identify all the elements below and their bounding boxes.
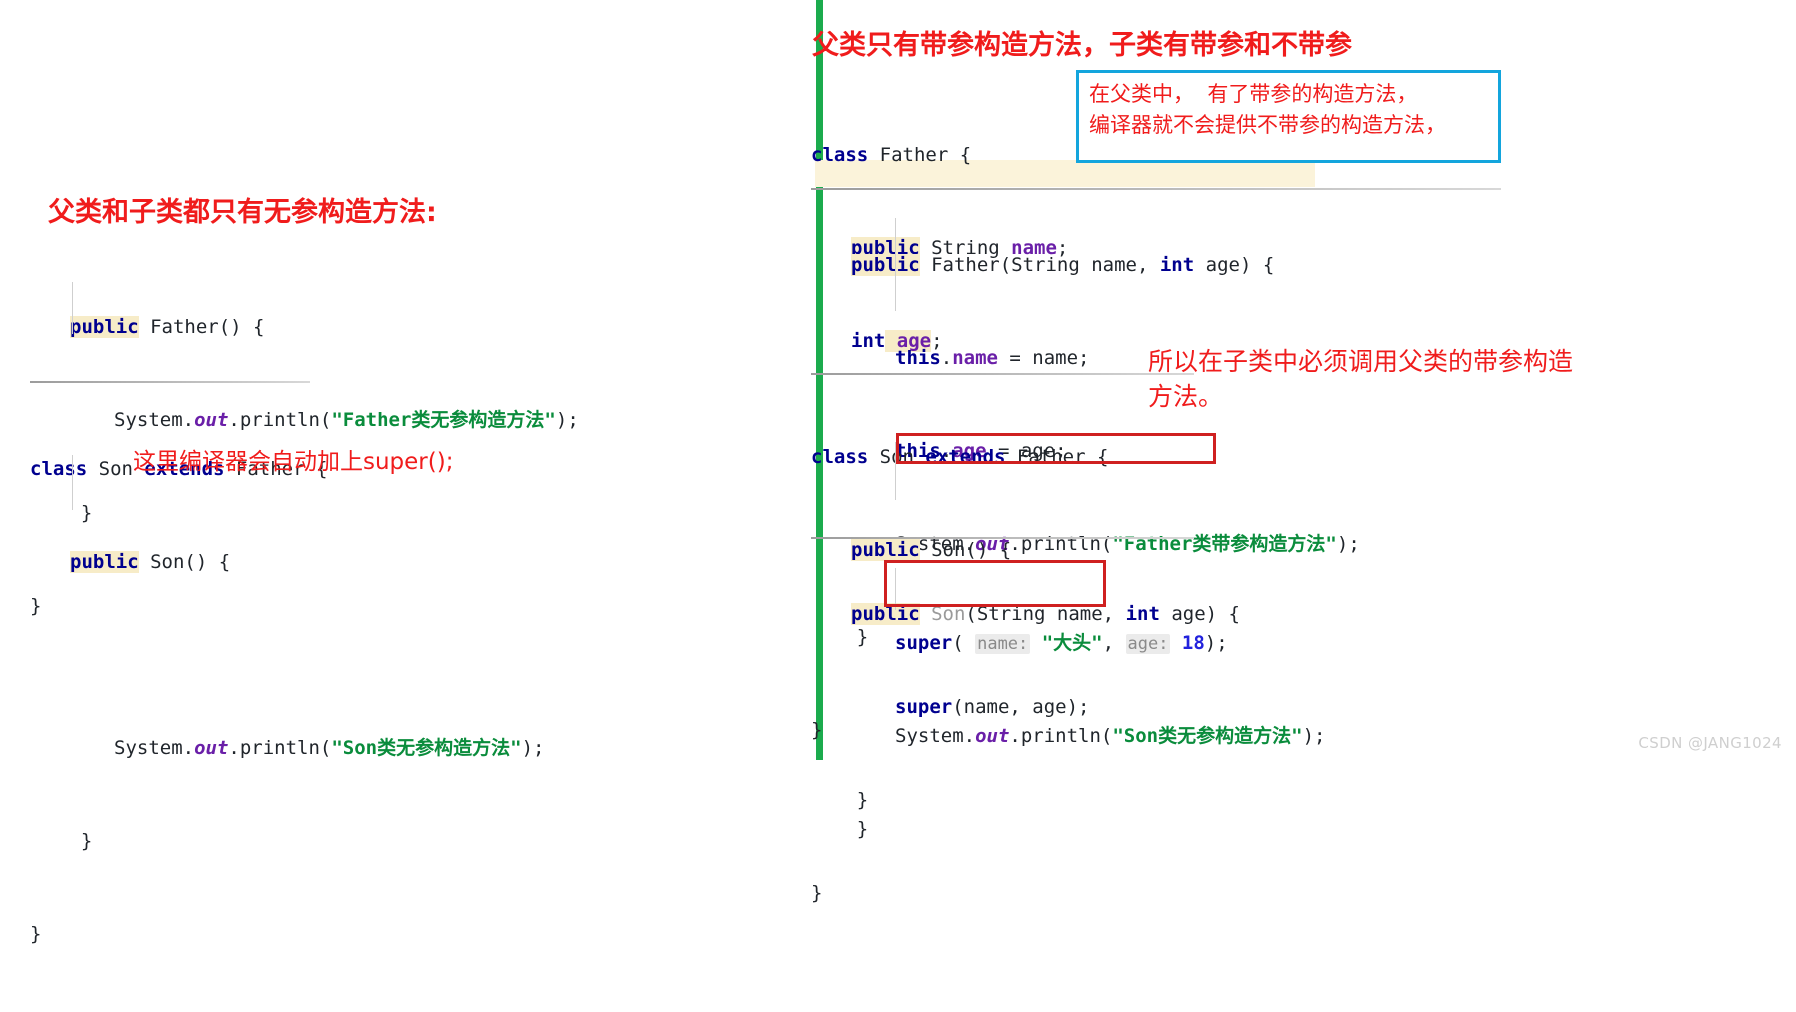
keyword-public: public [70, 551, 139, 573]
code-line: } [811, 789, 869, 811]
right-heading: 父类只有带参构造方法，子类有带参和不带参 [812, 30, 1352, 61]
code-line: } [58, 830, 93, 852]
blue-callout-line-2: 编译器就不会提供不带参的构造方法， [1089, 112, 1446, 137]
keyword-public: public [851, 254, 920, 276]
csdn-watermark: CSDN @JANG1024 [1638, 734, 1782, 752]
member-separator [30, 381, 310, 383]
member-separator [811, 373, 1194, 375]
code-line: public Father(String name, int age) { [851, 254, 1275, 276]
indent-guide [72, 455, 73, 510]
code-line: } [30, 923, 42, 945]
left-example-panel: 父类和子类都只有无参构造方法: public Father() { System… [0, 0, 816, 945]
red-box-super-params [884, 560, 1106, 607]
left-heading: 父类和子类都只有无参构造方法: [48, 197, 437, 228]
right-red-note-line-1: 所以在子类中必须调用父类的带参构造 [1148, 347, 1574, 376]
left-inline-note: 这里编译器会自动加上super(); [133, 449, 454, 475]
right-example-panel: 父类只有带参构造方法，子类有带参和不带参 class Father { publ… [811, 0, 1796, 904]
code-line: } [811, 882, 823, 904]
blue-callout-box: 在父类中， 有了带参的构造方法， 编译器就不会提供不带参的构造方法， [1076, 70, 1501, 163]
code-line: super(name, age); [895, 696, 1090, 718]
code-line: class Father { [811, 144, 972, 166]
code-line: System.out.println("Son类无参构造方法"); [114, 737, 545, 759]
code-line: public Son() { [70, 551, 231, 573]
indent-guide [72, 282, 73, 334]
keyword-super: super [895, 696, 953, 718]
red-box-super-literal [896, 433, 1216, 464]
blue-callout-line-1: 在父类中， 有了带参的构造方法， [1089, 82, 1418, 106]
left-son-code-block: class Son extends Father { public Son() … [30, 392, 544, 1012]
code-line: public Father() { [70, 316, 265, 338]
indent-guide [895, 218, 896, 311]
keyword-public: public [70, 316, 139, 338]
